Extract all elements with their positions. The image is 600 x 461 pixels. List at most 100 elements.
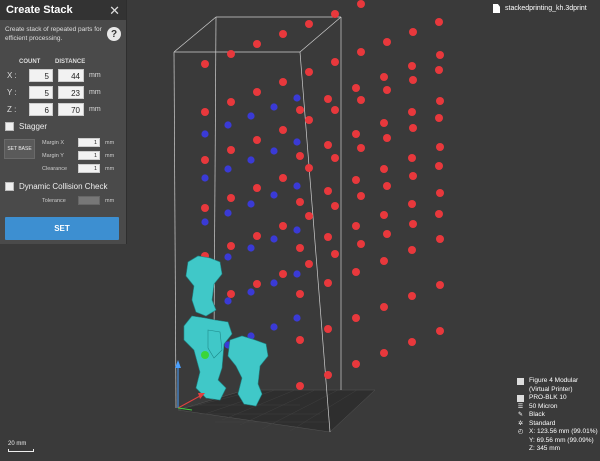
create-stack-panel: Create Stack ✕ Create stack of repeated …	[0, 0, 127, 244]
quality-name: Standard	[529, 419, 556, 427]
red-sphere	[305, 164, 313, 172]
red-sphere	[436, 97, 444, 105]
red-sphere	[408, 292, 416, 300]
layers-icon: ☰	[517, 403, 524, 410]
red-sphere	[435, 66, 443, 74]
red-sphere	[324, 371, 332, 379]
blue-sphere	[247, 156, 255, 164]
count-x-input[interactable]: 5	[29, 69, 53, 82]
blue-sphere	[270, 235, 278, 243]
blue-sphere	[201, 130, 209, 138]
blue-sphere	[224, 297, 232, 305]
scale-bar	[8, 449, 34, 452]
red-sphere	[409, 172, 417, 180]
count-z-input[interactable]: 6	[29, 103, 53, 116]
blue-sphere	[293, 182, 301, 190]
tolerance-input[interactable]	[78, 196, 100, 205]
stagger-checkbox-row[interactable]: Stagger	[5, 122, 47, 131]
margin-x-input[interactable]: 1	[78, 138, 100, 147]
red-sphere	[331, 250, 339, 258]
red-sphere	[408, 200, 416, 208]
red-sphere	[331, 106, 339, 114]
blue-sphere	[293, 270, 301, 278]
red-sphere	[253, 88, 261, 96]
margin-y-input[interactable]: 1	[78, 151, 100, 160]
unit-label: mm	[89, 72, 101, 79]
set-base-button[interactable]: SET BASE	[4, 139, 35, 159]
blue-sphere	[224, 253, 232, 261]
tolerance-label: Tolerance	[42, 197, 66, 204]
red-sphere	[253, 184, 261, 192]
red-sphere	[409, 220, 417, 228]
collision-checkbox-row[interactable]: Dynamic Collision Check	[5, 182, 107, 191]
blue-sphere	[247, 288, 255, 296]
axis-row-z: Z : 6 70 mm	[7, 103, 101, 116]
red-sphere	[352, 130, 360, 138]
description-row: Create stack of repeated parts for effic…	[0, 20, 126, 60]
quality-row: ✲ Standard	[517, 420, 599, 429]
red-sphere	[380, 303, 388, 311]
close-icon[interactable]: ✕	[109, 4, 120, 17]
set-button[interactable]: SET	[5, 217, 119, 240]
red-sphere	[279, 30, 287, 38]
count-y-input[interactable]: 5	[29, 86, 53, 99]
stagger-checkbox[interactable]	[5, 122, 14, 131]
spacer-icon	[517, 438, 524, 445]
distance-z-input[interactable]: 70	[58, 103, 84, 116]
distance-x-input[interactable]: 44	[58, 69, 84, 82]
red-sphere	[227, 98, 235, 106]
axis-label: X :	[7, 71, 17, 80]
unit-label: mm	[105, 197, 115, 204]
collision-label: Dynamic Collision Check	[19, 182, 108, 191]
red-sphere	[352, 176, 360, 184]
blue-sphere	[293, 94, 301, 102]
panel-description: Create stack of repeated parts for effic…	[5, 26, 102, 42]
printer-row: Figure 4 Modular (Virtual Printer)	[517, 377, 599, 394]
distance-header: DISTANCE	[55, 59, 86, 65]
collision-checkbox[interactable]	[5, 182, 14, 191]
red-sphere	[380, 211, 388, 219]
red-sphere	[227, 146, 235, 154]
layer-row: ☰ 50 Micron	[517, 403, 599, 412]
red-sphere	[253, 232, 261, 240]
printed-parts	[183, 255, 269, 407]
blue-sphere	[224, 165, 232, 173]
red-sphere	[436, 189, 444, 197]
spacer-icon	[517, 446, 524, 453]
red-sphere	[296, 106, 304, 114]
red-sphere	[296, 382, 304, 390]
red-sphere	[436, 235, 444, 243]
red-sphere	[201, 108, 209, 116]
blue-sphere	[247, 244, 255, 252]
red-sphere	[324, 141, 332, 149]
margin-x-row: Margin X 1 mm	[42, 138, 114, 147]
file-name: stackedprinting_kh.3dprint	[505, 5, 587, 12]
red-sphere	[296, 290, 304, 298]
blue-sphere	[293, 226, 301, 234]
clearance-input[interactable]: 1	[78, 164, 100, 173]
red-sphere	[409, 76, 417, 84]
red-sphere	[357, 192, 365, 200]
red-sphere	[331, 154, 339, 162]
blue-sphere	[201, 174, 209, 182]
red-sphere	[408, 154, 416, 162]
red-sphere	[305, 212, 313, 220]
brush-icon: ✎	[517, 412, 524, 419]
y-dimension-row: Y: 69.56 mm (99.09%)	[517, 437, 599, 446]
help-icon[interactable]: ?	[107, 27, 121, 41]
stagger-label: Stagger	[19, 122, 48, 131]
blue-sphere	[293, 314, 301, 322]
unit-label: mm	[105, 165, 115, 172]
axis-label: Y :	[7, 88, 17, 97]
distance-y-input[interactable]: 23	[58, 86, 84, 99]
red-sphere	[435, 162, 443, 170]
red-sphere	[324, 95, 332, 103]
red-sphere	[324, 233, 332, 241]
material-name: PRO-BLK 10	[529, 394, 567, 401]
red-sphere	[383, 134, 391, 142]
red-sphere	[435, 114, 443, 122]
red-sphere	[324, 187, 332, 195]
file-icon	[493, 4, 500, 13]
clearance-row: Clearance 1 mm	[42, 164, 114, 173]
red-sphere	[201, 204, 209, 212]
